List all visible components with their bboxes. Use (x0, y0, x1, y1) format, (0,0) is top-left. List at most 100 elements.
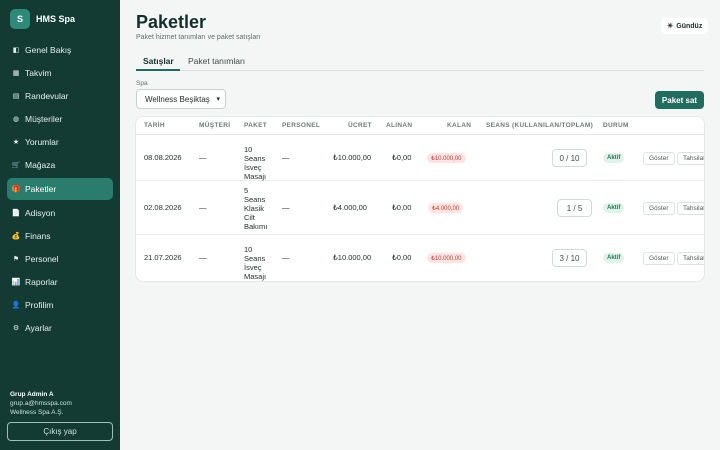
remaining-badge: ₺4.000,00 (428, 203, 464, 213)
cell-price: ₺10.000,00 (333, 153, 372, 162)
sidebar-item-11[interactable]: 👤 Profilim (7, 295, 113, 315)
sidebar-item-8[interactable]: 💰 Finans (7, 226, 113, 246)
tab-bar: Satışlar Paket tanımları (136, 54, 704, 71)
gift-icon: 🎁 (11, 186, 21, 193)
calendar-icon: ▦ (12, 70, 20, 77)
chart-icon: 📊 (11, 279, 21, 286)
main-content: Paketler Paket hizmet tanımları ve paket… (120, 0, 720, 450)
cell-staff: — (282, 153, 290, 162)
page-title: Paketler (136, 12, 207, 32)
sessions-field[interactable]: 1 / 5 (557, 199, 592, 217)
cell-staff: — (282, 253, 290, 262)
collect-payment-button[interactable]: Tahsilat (677, 202, 704, 215)
col-sessions: SEANS (KULLANILAN/TOPLAM) (486, 122, 594, 129)
remaining-badge: ₺10.000,00 (427, 153, 466, 163)
table-row: 08.08.2026 — — ₺10.000,00 ₺0,00 10 Seans İsve… (136, 135, 704, 181)
sessions-field[interactable]: 0 / 10 (552, 149, 587, 167)
user-name: Grup Admin A (10, 391, 54, 398)
cell-package: 10 Seans İsveç Masajı (244, 244, 267, 281)
sidebar-item-label: Genel Bakış (25, 45, 72, 55)
sidebar-item-0[interactable]: ◧ Genel Bakış (7, 40, 113, 60)
table-header: TARİH MÜŞTERİ PAKET PERSONEL ÜCRET ALINA… (136, 117, 704, 135)
sidebar-item-5[interactable]: 🛒 Mağaza (7, 155, 113, 175)
brand[interactable]: S HMS Spa (10, 9, 75, 29)
col-price: ÜCRET (348, 122, 372, 129)
tab-package-definitions[interactable]: Paket tanımları (188, 56, 245, 66)
sidebar-item-3[interactable]: ◍ Müşteriler (7, 109, 113, 129)
staff-icon: ⚑ (12, 256, 20, 263)
sidebar-item-7[interactable]: 📄 Adisyon (7, 203, 113, 223)
sidebar-item-label: Adisyon (25, 208, 56, 218)
sell-package-button[interactable]: Paket sat (655, 91, 704, 109)
sidebar-item-1[interactable]: ▦ Takvim (7, 63, 113, 83)
profile-icon: 👤 (11, 302, 21, 309)
table-row: 02.08.2026 — — ₺4.000,00 ₺0,00 5 Seans Klasik… (136, 181, 704, 235)
sidebar-item-label: Takvim (25, 68, 52, 78)
cell-paid: ₺0,00 (392, 253, 412, 262)
show-button[interactable]: Göster (643, 202, 675, 215)
cell-package: 5 Seans Klasik Cilt Bakımı (244, 185, 268, 231)
sidebar-item-10[interactable]: 📊 Raporlar (7, 272, 113, 292)
sidebar-item-label: Profilim (25, 300, 54, 310)
cell-customer: — (199, 153, 207, 162)
sidebar-item-label: Raporlar (25, 277, 58, 287)
user-email: grup.a@hmsspa.com (10, 400, 72, 407)
sidebar-item-9[interactable]: ⚑ Personel (7, 249, 113, 269)
money-bag-icon: 💰 (11, 233, 21, 240)
sidebar-item-label: Mağaza (25, 160, 56, 170)
sidebar-item-4[interactable]: ★ Yorumlar (7, 132, 113, 152)
theme-label: Gündüz (676, 22, 703, 30)
cell-customer: — (199, 253, 207, 262)
sidebar-item-6[interactable]: 🎁 Paketler (7, 178, 113, 200)
sidebar-item-label: Müşteriler (25, 114, 63, 124)
show-button[interactable]: Göster (643, 152, 675, 165)
cell-price: ₺4.000,00 (333, 203, 367, 212)
spa-select[interactable]: Wellness Beşiktaş ▾ (136, 89, 226, 109)
cell-date: 21.07.2026 (144, 253, 182, 262)
cell-date: 08.08.2026 (144, 153, 182, 162)
dashboard-icon: ◧ (12, 47, 20, 54)
sessions-field[interactable]: 3 / 10 (552, 249, 587, 267)
collect-payment-button[interactable]: Tahsilat (677, 252, 704, 265)
sidebar-item-label: Personel (25, 254, 59, 264)
star-icon: ★ (12, 139, 20, 146)
spa-label: Spa (136, 80, 148, 87)
table-row: 21.07.2026 — — ₺10.000,00 ₺0,00 10 Seans İsve… (136, 235, 704, 281)
sidebar-item-label: Finans (25, 231, 51, 241)
sidebar-item-label: Yorumlar (25, 137, 59, 147)
col-package: PAKET (244, 122, 268, 129)
cart-icon: 🛒 (11, 162, 21, 169)
user-info: Grup Admin A grup.a@hmsspa.com Wellness … (10, 390, 72, 417)
sales-table: TARİH MÜŞTERİ PAKET PERSONEL ÜCRET ALINA… (136, 117, 704, 281)
col-staff: PERSONEL (282, 122, 321, 129)
col-status: DURUM (603, 122, 629, 129)
active-tab-indicator (136, 69, 180, 71)
receipt-icon: 📄 (11, 210, 21, 217)
gear-icon: ⚙ (12, 325, 20, 332)
logout-button[interactable]: Çıkış yap (7, 422, 113, 441)
sun-icon: ☀ (667, 23, 674, 30)
cell-paid: ₺0,00 (392, 203, 412, 212)
status-badge: Aktif (603, 203, 625, 213)
sidebar-item-label: Paketler (25, 184, 57, 194)
page-subtitle: Paket hizmet tanımları ve paket satışlar… (136, 34, 261, 41)
status-badge: Aktif (603, 253, 625, 263)
sidebar-item-12[interactable]: ⚙ Ayarlar (7, 318, 113, 338)
brand-name: HMS Spa (36, 14, 76, 24)
show-button[interactable]: Göster (643, 252, 675, 265)
tab-sales[interactable]: Satışlar (143, 56, 174, 66)
user-company: Wellness Spa A.Ş. (10, 409, 64, 416)
collect-payment-button[interactable]: Tahsilat (677, 152, 704, 165)
col-remaining: KALAN (447, 122, 472, 129)
col-date: TARİH (144, 122, 165, 129)
cell-paid: ₺0,00 (392, 153, 412, 162)
col-customer: MÜŞTERİ (199, 122, 231, 129)
appointments-icon: ▤ (12, 93, 20, 100)
spa-select-value: Wellness Beşiktaş (145, 94, 210, 104)
cell-staff: — (282, 203, 290, 212)
sidebar-item-2[interactable]: ▤ Randevular (7, 86, 113, 106)
cell-customer: — (199, 203, 207, 212)
sidebar-item-label: Ayarlar (25, 323, 52, 333)
customers-icon: ◍ (12, 116, 20, 123)
theme-toggle[interactable]: ☀ Gündüz (661, 18, 709, 34)
